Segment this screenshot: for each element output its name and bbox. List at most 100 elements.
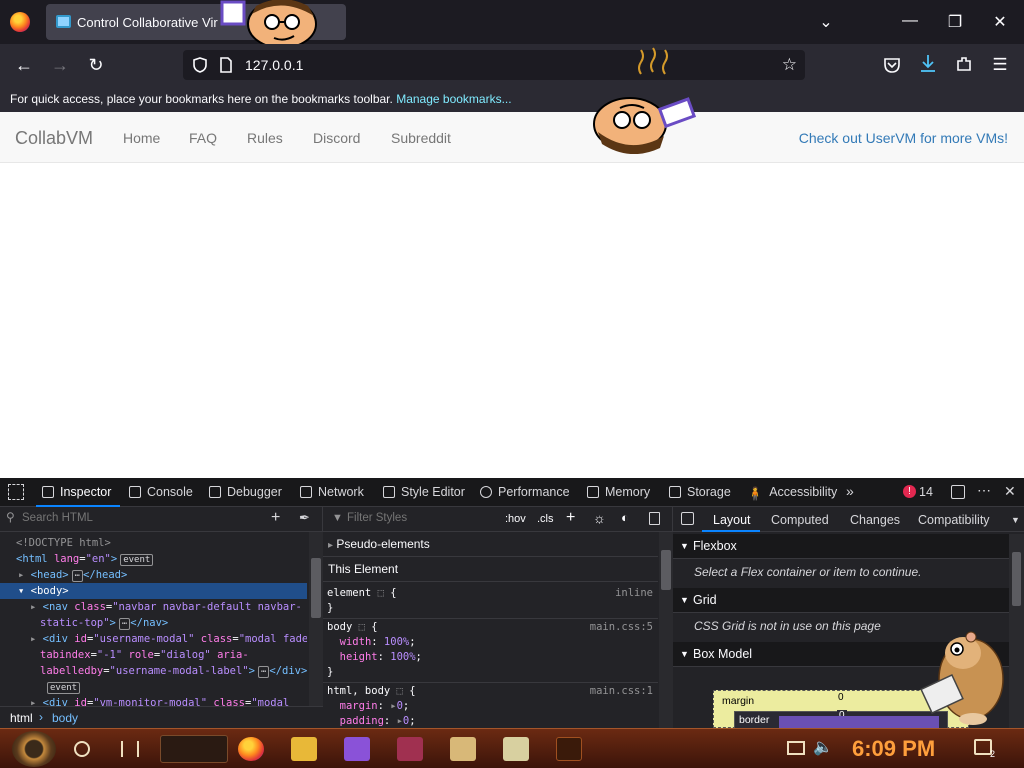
- print-media-icon[interactable]: [649, 512, 660, 525]
- tree-nav[interactable]: ▸ <nav class="navbar navbar-default navb…: [0, 599, 307, 615]
- shield-icon[interactable]: [192, 57, 208, 73]
- tab-network[interactable]: Network: [300, 485, 364, 499]
- manage-bookmarks-link[interactable]: Manage bookmarks...: [396, 92, 511, 106]
- collapsed-ellipsis-badge[interactable]: ⋯: [257, 666, 270, 678]
- tab-debugger[interactable]: Debugger: [209, 485, 282, 499]
- tree-div-username-modal[interactable]: ▸ <div id="username-modal" class="modal …: [0, 631, 307, 647]
- collapsed-ellipsis-badge[interactable]: ⋯: [71, 570, 84, 582]
- back-arrow-icon[interactable]: ←: [11, 52, 37, 78]
- tree-body-selected[interactable]: ▾ <body>: [0, 583, 307, 599]
- uservm-link[interactable]: Check out UserVM for more VMs!: [799, 130, 1008, 146]
- reload-icon[interactable]: ↻: [83, 52, 109, 78]
- game-app-icon[interactable]: [397, 737, 423, 761]
- height-prop[interactable]: height: [340, 651, 378, 663]
- nav-faq[interactable]: FAQ: [189, 130, 217, 146]
- scrollbar-thumb[interactable]: [311, 558, 321, 618]
- tab-performance[interactable]: Performance: [480, 485, 570, 499]
- tab-list-chevron-down-icon[interactable]: ⌄: [815, 12, 837, 32]
- tree-nav-cont[interactable]: static-top"> ⋯ </nav>: [0, 615, 307, 631]
- tab-storage[interactable]: Storage: [669, 485, 731, 499]
- volume-speaker-icon[interactable]: 🔈: [813, 737, 833, 757]
- dark-mode-contrast-icon[interactable]: ◐: [621, 510, 629, 525]
- dock-side-icon[interactable]: [951, 485, 965, 499]
- download-icon[interactable]: [919, 54, 937, 74]
- scrollbar-thumb[interactable]: [1012, 552, 1021, 606]
- tree-div-vm-monitor[interactable]: ▸ <div id="vm-monitor-modal" class="moda…: [0, 695, 307, 706]
- tab-console[interactable]: Console: [129, 485, 193, 499]
- light-mode-sun-icon[interactable]: ☼: [593, 510, 606, 526]
- eyedropper-icon[interactable]: ✒: [299, 510, 310, 526]
- tab-layout[interactable]: Layout: [713, 513, 751, 527]
- tree-doctype[interactable]: <!DOCTYPE html>: [0, 535, 307, 551]
- html-pane-scrollbar[interactable]: [309, 532, 323, 706]
- padding-prop[interactable]: padding: [340, 715, 384, 727]
- nav-rules[interactable]: Rules: [247, 130, 283, 146]
- url-text[interactable]: 127.0.0.1: [245, 57, 303, 73]
- tab-compatibility[interactable]: Compatibility: [918, 513, 990, 527]
- event-badge[interactable]: event: [120, 554, 154, 566]
- bookmark-star-icon[interactable]: ☆: [782, 55, 797, 75]
- tab-memory[interactable]: Memory: [587, 485, 650, 499]
- body-source[interactable]: main.css:5: [590, 620, 653, 635]
- grid-section-header[interactable]: ▼ Grid: [673, 588, 1009, 613]
- more-tabs-dropdown-icon[interactable]: ▼: [1011, 515, 1020, 525]
- width-prop[interactable]: width: [340, 636, 372, 648]
- restore-icon[interactable]: ❐: [944, 12, 966, 32]
- error-icon[interactable]: !: [903, 485, 916, 498]
- breadcrumb-html[interactable]: html: [10, 711, 33, 725]
- event-badge[interactable]: event: [47, 682, 81, 694]
- firefox-taskbar-icon[interactable]: [238, 737, 264, 761]
- rule-element[interactable]: element ⬚ { inline }: [327, 586, 657, 616]
- more-tabs-chevron-icon[interactable]: »: [846, 483, 854, 499]
- width-value[interactable]: 100%: [384, 636, 409, 648]
- breadcrumb-body[interactable]: body: [52, 711, 78, 725]
- collapsed-ellipsis-badge[interactable]: ⋯: [118, 618, 131, 630]
- tree-div-username-modal-2[interactable]: tabindex="-1" role="dialog" aria-: [0, 647, 307, 663]
- extensions-puzzle-icon[interactable]: [955, 55, 973, 73]
- tree-div-event[interactable]: event: [0, 679, 307, 695]
- site-brand[interactable]: CollabVM: [15, 128, 93, 149]
- tree-html[interactable]: <html lang="en"> event: [0, 551, 307, 567]
- add-node-plus-icon[interactable]: +: [271, 509, 280, 527]
- tab-style-editor[interactable]: Style Editor: [383, 485, 465, 499]
- forward-arrow-icon[interactable]: →: [47, 52, 73, 78]
- element-picker-icon[interactable]: [8, 484, 24, 500]
- scrollbar-thumb[interactable]: [661, 550, 671, 590]
- add-rule-plus-icon[interactable]: +: [566, 509, 575, 527]
- height-value[interactable]: 100%: [390, 651, 415, 663]
- margin-prop[interactable]: margin: [340, 700, 378, 712]
- pocket-icon[interactable]: [883, 56, 901, 74]
- tab-changes[interactable]: Changes: [850, 513, 900, 527]
- taskbar-search-box[interactable]: [160, 735, 228, 763]
- chart-app-icon[interactable]: [503, 737, 529, 761]
- nav-discord[interactable]: Discord: [313, 130, 360, 146]
- cortana-circle-icon[interactable]: [74, 741, 90, 757]
- hamburger-menu-icon[interactable]: ☰: [987, 52, 1013, 78]
- rule-body[interactable]: body ⬚ { main.css:5 width: 100%; height:…: [327, 620, 657, 680]
- task-view-icon[interactable]: [121, 741, 139, 757]
- close-window-icon[interactable]: ✕: [989, 12, 1011, 32]
- nav-home[interactable]: Home: [123, 130, 160, 146]
- url-bar[interactable]: 127.0.0.1 ☆: [183, 47, 805, 80]
- more-options-ellipsis-icon[interactable]: ⋯: [977, 482, 991, 499]
- pseudo-elements-section[interactable]: ▸ Pseudo-elements: [323, 532, 658, 557]
- file-explorer-folder-icon[interactable]: [291, 737, 317, 761]
- error-count[interactable]: 14: [919, 485, 933, 499]
- start-button-gear-icon[interactable]: [12, 731, 56, 767]
- tab-inspector[interactable]: Inspector: [42, 485, 111, 499]
- box-model-margin-value[interactable]: 0: [838, 692, 844, 703]
- tree-div-username-modal-3[interactable]: labelledby="username-modal-label"> ⋯ </div…: [0, 663, 307, 679]
- nav-subreddit[interactable]: Subreddit: [391, 130, 451, 146]
- toggle-sidebar-icon[interactable]: [681, 512, 694, 525]
- class-toggle[interactable]: .cls: [537, 513, 554, 525]
- html-body-source[interactable]: main.css:1: [590, 684, 653, 699]
- tab-computed[interactable]: Computed: [771, 513, 829, 527]
- hover-toggle[interactable]: :hov: [505, 513, 526, 525]
- firefox-logo-icon[interactable]: [10, 12, 30, 32]
- page-icon[interactable]: [219, 57, 233, 73]
- minimize-icon[interactable]: —: [899, 12, 921, 30]
- margin-value[interactable]: 0: [397, 700, 403, 712]
- layout-pane-scrollbar[interactable]: [1009, 534, 1024, 728]
- filter-styles-input[interactable]: [347, 512, 497, 524]
- padding-value[interactable]: 0: [403, 715, 409, 727]
